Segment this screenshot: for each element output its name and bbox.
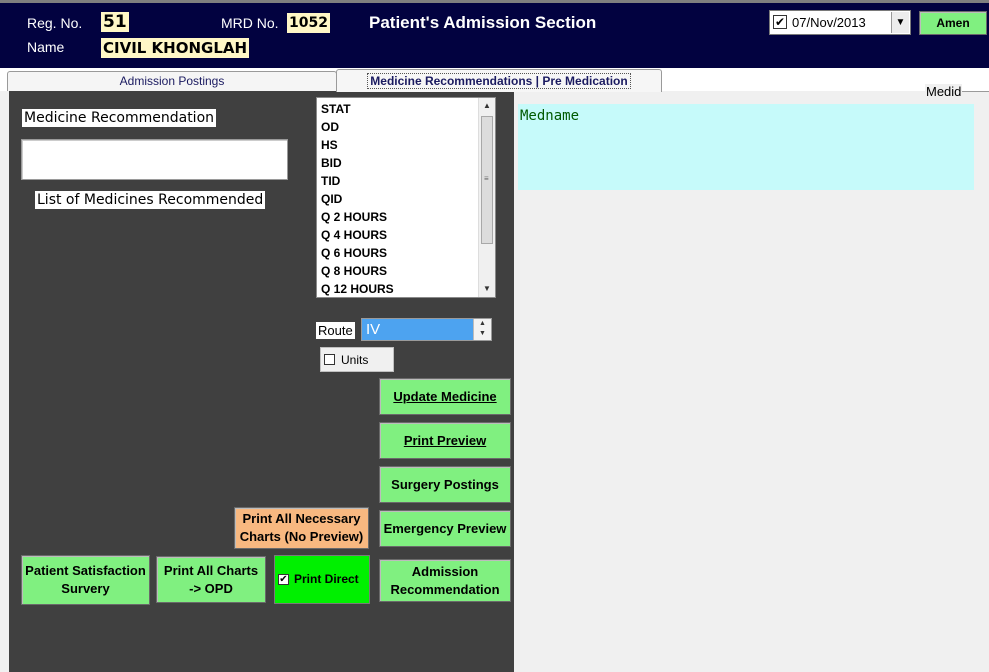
route-spin-buttons[interactable]: ▲ ▼: [473, 319, 491, 340]
units-label: Units: [341, 353, 369, 367]
print-preview-label: Print Preview: [403, 432, 487, 448]
tab-medicine-recommendations-label: Medicine Recommendations | Pre Medicatio…: [367, 73, 631, 89]
chevron-down-icon[interactable]: ▼: [891, 12, 909, 33]
medicine-recommendation-input[interactable]: [21, 139, 288, 180]
tab-medicine-recommendations[interactable]: Medicine Recommendations | Pre Medicatio…: [336, 69, 662, 92]
mrd-no-value: 1052: [287, 13, 330, 33]
print-direct-label: Print Direct: [294, 572, 359, 586]
medicines-list-label: List of Medicines Recommended: [35, 191, 266, 209]
route-label: Route: [316, 322, 355, 339]
medid-label: Medid: [925, 84, 963, 99]
mrd-no-label: MRD No.: [221, 15, 279, 31]
date-enabled-checkbox[interactable]: ✔: [773, 15, 787, 29]
medicine-recommendation-label: Medicine Recommendation: [22, 109, 217, 127]
amen-button[interactable]: Amen: [919, 11, 987, 35]
print-all-charts-line1: Print All Charts: [163, 562, 259, 578]
medname-label: Medname: [520, 108, 580, 124]
patient-name-value: CIVIL KHONGLAH: [101, 38, 250, 58]
grip-icon: ≡: [484, 174, 489, 183]
frequency-option[interactable]: BID: [321, 154, 394, 172]
tab-admission-postings[interactable]: Admission Postings: [7, 71, 337, 91]
frequency-option[interactable]: OD: [321, 118, 394, 136]
route-value: IV: [366, 321, 381, 338]
frequency-option[interactable]: TID: [321, 172, 394, 190]
print-direct-toggle[interactable]: ✔ Print Direct: [274, 555, 370, 604]
date-value: 07/Nov/2013: [792, 15, 866, 30]
frequency-listbox[interactable]: STAT OD HS BID TID QID Q 2 HOURS Q 4 HOU…: [316, 97, 496, 298]
print-all-necessary-charts-button[interactable]: Print All Necessary Charts (No Preview): [234, 507, 369, 549]
admission-recommendation-button[interactable]: Admission Recommendation: [379, 559, 511, 602]
print-direct-checkbox[interactable]: ✔: [278, 574, 289, 585]
patient-satisfaction-line1: Patient Satisfaction: [25, 563, 146, 578]
admission-recommendation-line1: Admission: [411, 563, 479, 579]
medname-field[interactable]: Medname: [518, 104, 974, 190]
reg-no-value: 51: [101, 12, 129, 32]
print-all-charts-line2: -> OPD: [189, 580, 233, 596]
left-margin: [0, 91, 9, 672]
frequency-scrollbar[interactable]: ▲ ≡ ▼: [478, 98, 495, 297]
spin-down-icon[interactable]: ▼: [474, 329, 491, 339]
frequency-option[interactable]: Q 12 HOURS: [321, 280, 394, 298]
surgery-postings-button[interactable]: Surgery Postings: [379, 466, 511, 503]
frequency-option[interactable]: Q 4 HOURS: [321, 226, 394, 244]
frequency-option[interactable]: QID: [321, 190, 394, 208]
scroll-down-arrow-icon[interactable]: ▼: [479, 281, 495, 297]
frequency-option[interactable]: Q 6 HOURS: [321, 244, 394, 262]
frequency-option[interactable]: Q 8 HOURS: [321, 262, 394, 280]
update-medicine-button[interactable]: Update Medicine: [379, 378, 511, 415]
print-all-necessary-line2: Charts (No Preview): [239, 529, 364, 544]
frequency-option[interactable]: STAT: [321, 100, 394, 118]
spin-up-icon[interactable]: ▲: [474, 319, 491, 329]
scroll-up-arrow-icon[interactable]: ▲: [479, 98, 495, 114]
units-checkbox[interactable]: [324, 354, 335, 365]
print-all-necessary-line1: Print All Necessary: [242, 511, 361, 526]
section-title: Patient's Admission Section: [369, 13, 597, 32]
patient-satisfaction-line2: Survery: [61, 581, 110, 596]
patient-satisfaction-survey-button[interactable]: Patient Satisfaction Survery: [21, 555, 150, 605]
admission-date-picker[interactable]: ✔ 07/Nov/2013 ▼: [769, 10, 911, 35]
print-all-charts-opd-button[interactable]: Print All Charts -> OPD: [156, 556, 266, 603]
emergency-preview-button[interactable]: Emergency Preview: [379, 510, 511, 547]
header-top-border: [0, 0, 989, 3]
admission-recommendation-line2: Recommendation: [390, 581, 500, 597]
route-spinner[interactable]: IV ▲ ▼: [361, 318, 492, 341]
units-checkbox-group[interactable]: Units: [320, 347, 394, 372]
update-medicine-label: Update Medicine: [393, 388, 497, 404]
reg-no-label: Reg. No.: [27, 15, 83, 31]
print-preview-button[interactable]: Print Preview: [379, 422, 511, 459]
name-label: Name: [27, 39, 65, 55]
frequency-option[interactable]: HS: [321, 136, 394, 154]
scroll-thumb[interactable]: ≡: [481, 116, 493, 244]
frequency-option[interactable]: Q 2 HOURS: [321, 208, 394, 226]
